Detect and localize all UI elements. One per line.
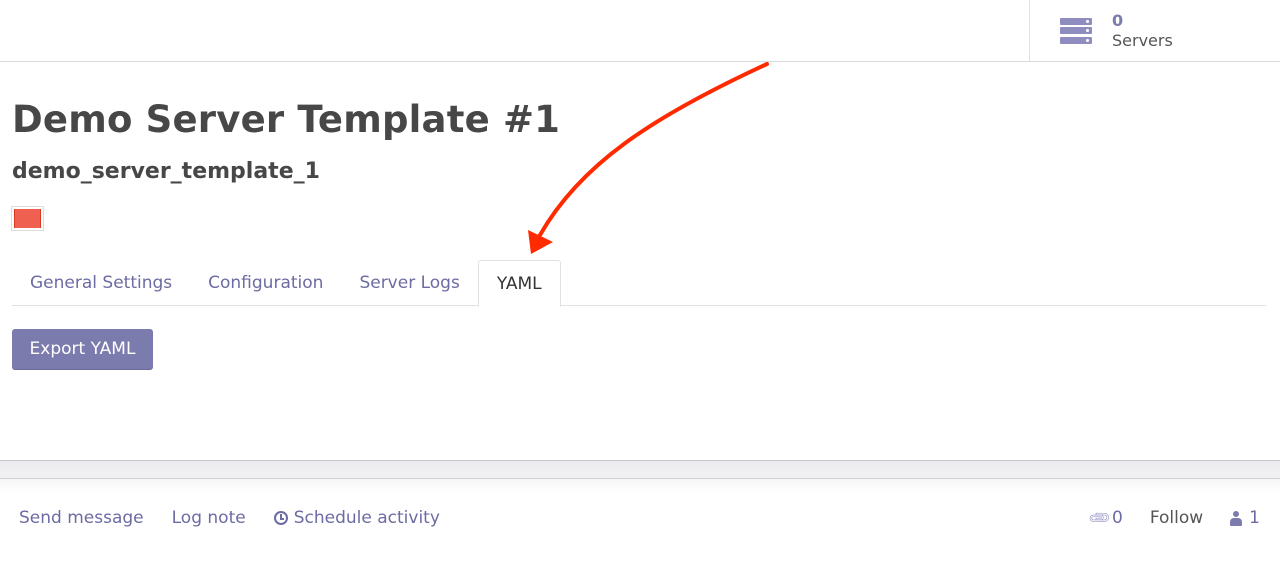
record-title: Demo Server Template #1: [12, 98, 561, 141]
tab-server-logs[interactable]: Server Logs: [341, 260, 477, 306]
server-icon: [1060, 17, 1092, 44]
button-box: 0 Servers: [0, 0, 1280, 62]
annotation-arrow-line: [538, 62, 769, 237]
follow-button[interactable]: Follow: [1150, 508, 1203, 528]
schedule-activity-label: Schedule activity: [293, 508, 440, 528]
color-picker[interactable]: [11, 206, 44, 231]
annotation-arrowhead: [528, 230, 553, 254]
schedule-activity-button[interactable]: Schedule activity: [273, 508, 440, 528]
followers-button[interactable]: 1: [1230, 508, 1260, 528]
log-note-button[interactable]: Log note: [172, 508, 246, 528]
export-yaml-button[interactable]: Export YAML: [12, 329, 153, 370]
servers-stat-button[interactable]: 0 Servers: [1029, 0, 1280, 61]
tab-configuration[interactable]: Configuration: [190, 260, 341, 306]
send-message-button[interactable]: Send message: [19, 508, 144, 528]
followers-count: 1: [1249, 508, 1260, 528]
color-swatch: [14, 209, 41, 228]
servers-label: Servers: [1112, 30, 1173, 50]
chatter-topbar: Send message Log note Schedule activity: [19, 508, 440, 528]
paperclip-icon: 📎︎: [1086, 504, 1113, 532]
user-icon: [1230, 510, 1243, 526]
attachments-count: 0: [1112, 508, 1123, 528]
notebook-tabs: General Settings Configuration Server Lo…: [12, 260, 1266, 307]
attachments-button[interactable]: 📎︎ 0: [1086, 505, 1123, 531]
servers-count: 0: [1112, 10, 1124, 30]
tab-yaml[interactable]: YAML: [477, 260, 561, 307]
tab-general-settings[interactable]: General Settings: [12, 260, 190, 306]
chatter-separator: [0, 460, 1280, 479]
chatter-actions: 📎︎ 0 Follow 1: [1086, 505, 1260, 531]
clock-icon: [273, 511, 288, 525]
record-reference: demo_server_template_1: [12, 159, 320, 184]
